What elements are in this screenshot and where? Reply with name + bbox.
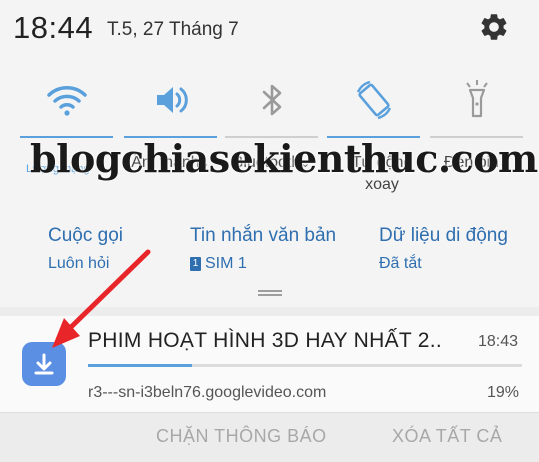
drag-handle[interactable] (258, 290, 282, 296)
gear-icon[interactable] (478, 11, 510, 43)
notification-percent: 19% (487, 384, 520, 401)
shortcut-title: Cuộc gọi (48, 225, 123, 246)
shortcut-sub: 1 SIM 1 (190, 255, 336, 273)
notification-time: 18:43 (478, 333, 519, 350)
rotate-icon (356, 80, 391, 120)
date[interactable]: T.5, 27 Tháng 7 (107, 19, 239, 41)
notification-app-icon[interactable] (22, 342, 66, 386)
sim-badge-icon: 1 (190, 257, 201, 271)
handle-line (258, 290, 282, 292)
download-notification[interactable]: PHIM HOẠT HÌNH 3D HAY NHẤT 2.. 18:43 r3-… (0, 316, 539, 412)
shortcut-sub-text: Luôn hỏi (48, 255, 110, 272)
shortcut-calls[interactable]: Cuộc gọi Luôn hỏi (48, 225, 123, 273)
flashlight-icon (465, 80, 488, 118)
wifi-icon (46, 86, 87, 116)
quick-settings-panel: 18:44 T.5, 27 Tháng 7 Lượng mạng Âm than… (0, 0, 539, 307)
progress-fill (88, 364, 193, 367)
shortcut-sub-text: SIM 1 (205, 255, 247, 272)
shortcut-sub-text: Đã tắt (379, 255, 422, 272)
shortcut-sub: Đã tắt (379, 255, 508, 273)
shortcut-sub: Luôn hỏi (48, 255, 123, 273)
handle-line (258, 294, 282, 296)
download-progress-bar (88, 364, 522, 367)
volume-icon (156, 87, 188, 113)
notification-title: PHIM HOẠT HÌNH 3D HAY NHẤT 2.. (88, 329, 443, 352)
shortcut-messages[interactable]: Tin nhắn văn bản 1 SIM 1 (190, 225, 336, 273)
clear-all-button[interactable]: XÓA TẤT CẢ (392, 426, 502, 447)
shortcut-title: Dữ liệu di động (379, 225, 508, 246)
notification-source: r3---sn-i3beln76.googlevideo.com (88, 384, 327, 401)
bluetooth-icon (262, 84, 281, 116)
notification-actions-bar: CHẶN THÔNG BÁO XÓA TẤT CẢ (0, 412, 539, 462)
clock: 18:44 (13, 10, 94, 45)
shortcut-mobile-data[interactable]: Dữ liệu di động Đã tắt (379, 225, 508, 273)
shortcut-title: Tin nhắn văn bản (190, 225, 337, 246)
status-row: 18:44 T.5, 27 Tháng 7 (0, 0, 539, 56)
download-icon (34, 353, 54, 375)
watermark: blogchiasekienthuc.com (30, 136, 538, 181)
block-notifications-button[interactable]: CHẶN THÔNG BÁO (156, 426, 327, 447)
